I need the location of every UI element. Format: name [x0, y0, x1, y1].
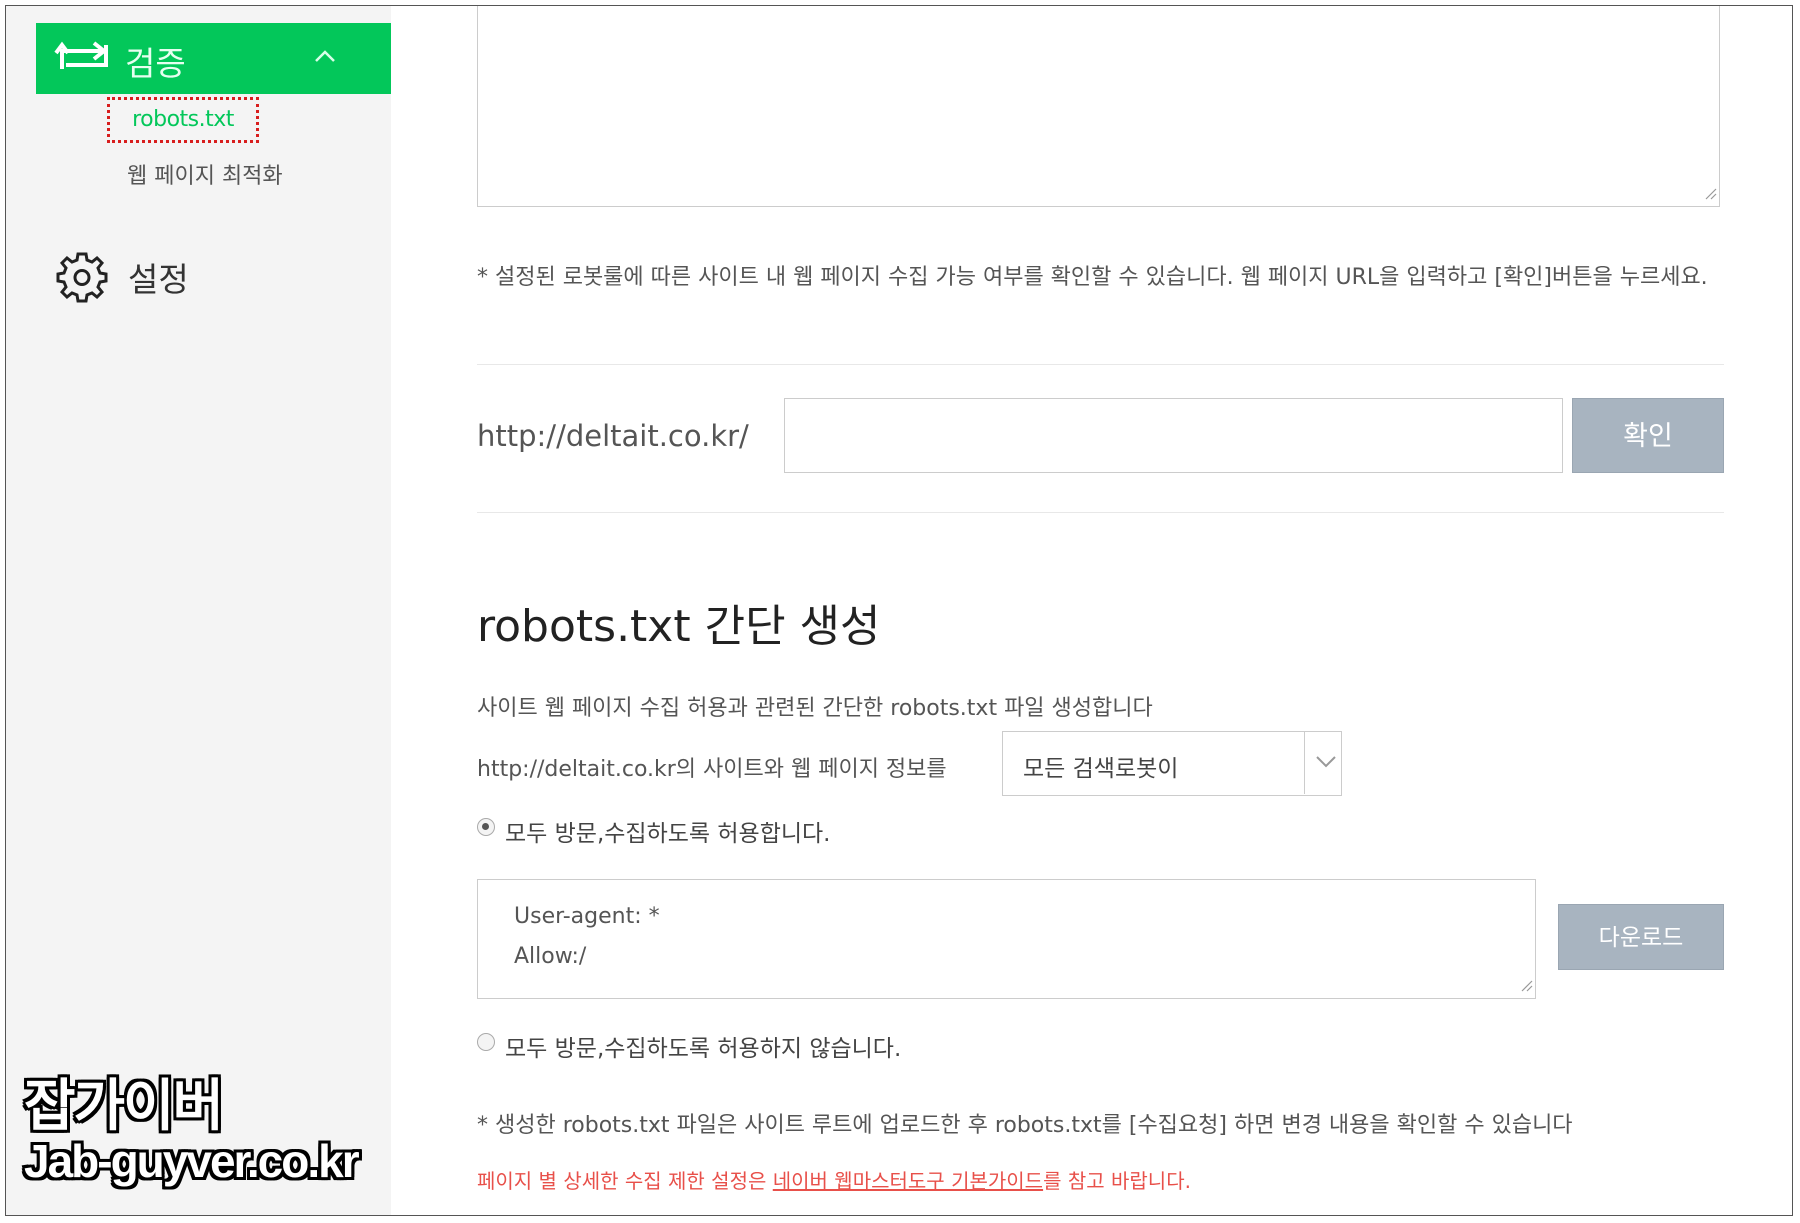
menu-settings-label: 설정 [128, 260, 189, 299]
section-description: 사이트 웹 페이지 수집 허용과 관련된 간단한 robots.txt 파일 생… [477, 696, 1153, 721]
guide-prefix: 페이지 별 상세한 수집 제한 설정은 [477, 1169, 773, 1193]
rule-line: User-agent: * [514, 904, 660, 929]
chevron-down-icon[interactable] [1315, 754, 1337, 773]
rule-line: Allow:/ [514, 944, 587, 969]
menu-verify[interactable]: 검증 [36, 23, 391, 94]
option-allow-label: 모두 방문,수집하도록 허용합니다. [505, 821, 831, 847]
select-divider [1304, 732, 1305, 794]
radio-allow[interactable] [477, 818, 495, 836]
radio-disallow[interactable] [477, 1033, 495, 1051]
robot-select-value: 모든 검색로봇이 [1023, 756, 1179, 782]
robot-select[interactable]: 모든 검색로봇이 [1002, 731, 1342, 796]
watermark-url: Jab-guyver.co.kr [24, 1135, 360, 1187]
submenu-robots-txt[interactable]: robots.txt [107, 97, 259, 143]
option-disallow-label: 모두 방문,수집하도록 허용하지 않습니다. [505, 1036, 902, 1062]
resize-grip-icon[interactable] [1703, 185, 1717, 204]
submenu-web-page-optimization[interactable]: 웹 페이지 최적화 [127, 158, 283, 190]
divider [477, 364, 1724, 365]
generator-note: * 생성한 robots.txt 파일은 사이트 루트에 업로드한 후 robo… [477, 1113, 1573, 1138]
guide-suffix: 를 참고 바랍니다. [1043, 1169, 1191, 1193]
url-prefix: http://deltait.co.kr/ [477, 419, 749, 453]
download-button[interactable]: 다운로드 [1558, 904, 1724, 970]
sync-arrows-icon [54, 39, 114, 81]
chevron-up-icon[interactable] [314, 48, 336, 67]
sidebar: 검증 robots.txt 웹 페이지 최적화 설정 잡가이버 Jab-guyv… [6, 6, 391, 1215]
guide-text: 페이지 별 상세한 수집 제한 설정은 네이버 웹마스터도구 기본가이드를 참고… [477, 1165, 1191, 1194]
url-path-input[interactable] [784, 398, 1563, 473]
resize-grip-icon[interactable] [1519, 977, 1533, 996]
site-prefix-text: http://deltait.co.kr의 사이트와 웹 페이지 정보를 [477, 757, 947, 782]
menu-verify-label: 검증 [125, 44, 186, 83]
robots-rule-textarea[interactable] [477, 6, 1720, 207]
guide-link[interactable]: 네이버 웹마스터도구 기본가이드 [773, 1169, 1043, 1193]
confirm-button[interactable]: 확인 [1572, 398, 1724, 473]
page-frame: 검증 robots.txt 웹 페이지 최적화 설정 잡가이버 Jab-guyv… [5, 5, 1793, 1216]
gear-icon [56, 251, 108, 307]
section-title: robots.txt 간단 생성 [477, 601, 881, 652]
check-description: * 설정된 로봇룰에 따른 사이트 내 웹 페이지 수집 가능 여부를 확인할 … [477, 265, 1708, 290]
rule-preview-textarea[interactable]: User-agent: * Allow:/ [477, 879, 1536, 999]
watermark-title: 잡가이버 [24, 1074, 224, 1137]
divider [477, 512, 1724, 513]
